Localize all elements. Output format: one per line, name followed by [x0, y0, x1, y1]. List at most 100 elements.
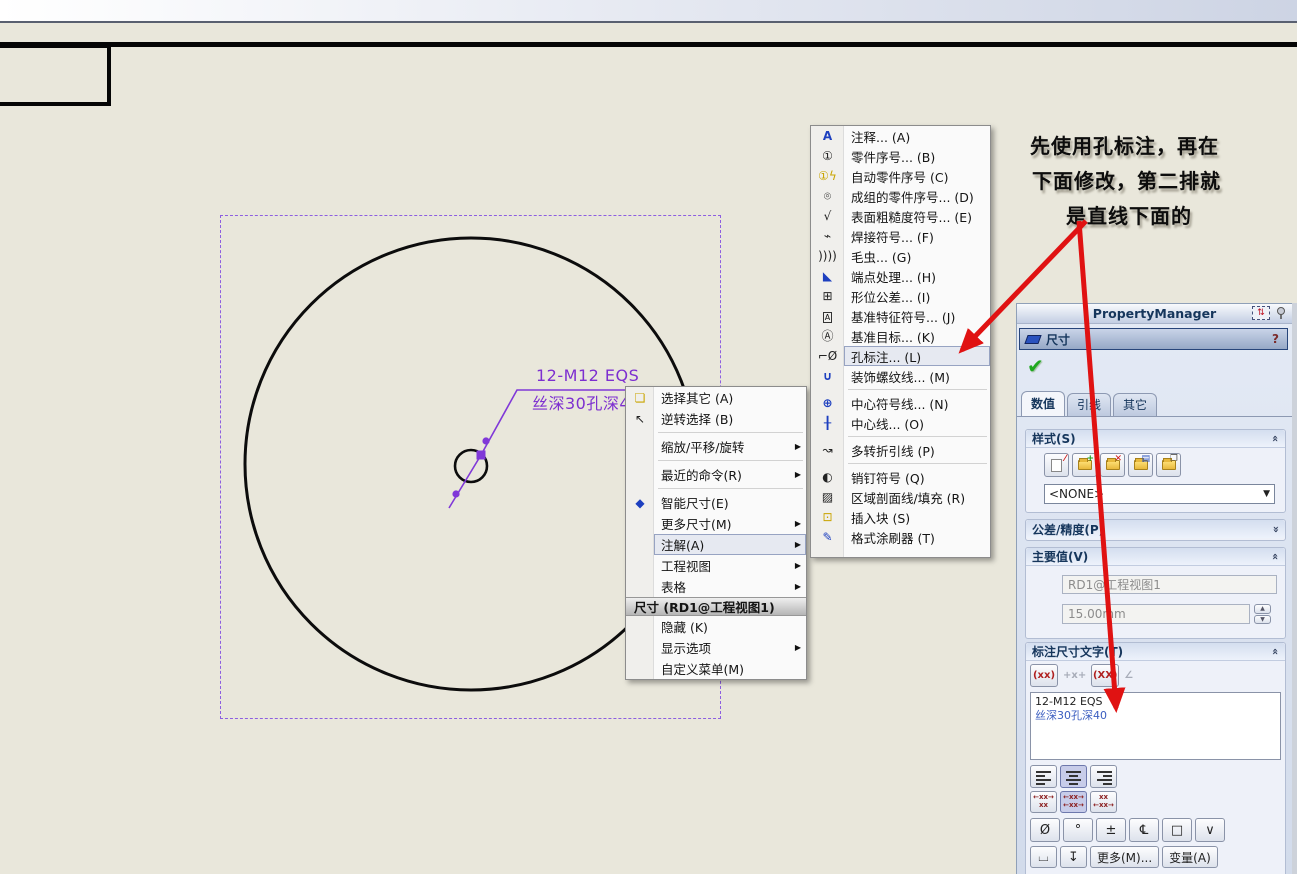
- annotations-submenu-item-multi-jog-leader[interactable]: ↝ 多转折引线 (P): [811, 440, 990, 460]
- annotations-submenu-item-stacked-balloon[interactable]: ⌾ 成组的零件序号... (D): [811, 186, 990, 206]
- annotations-submenu-item-label: 毛虫... (G): [851, 249, 912, 265]
- context-menu-item-dimension-header[interactable]: 尺寸 (RD1@工程视图1): [626, 597, 806, 616]
- dimension-text-section-header[interactable]: 标注尺寸文字(T) «: [1026, 643, 1285, 661]
- help-icon[interactable]: ?: [1272, 332, 1287, 346]
- add-style-button[interactable]: +: [1072, 453, 1097, 477]
- cursor-icon: ↖: [634, 411, 646, 426]
- dim-value-parentheses-icon[interactable]: (xx): [1030, 664, 1058, 687]
- load-style-button[interactable]: ❐: [1156, 453, 1181, 477]
- annotations-submenu-item-end-treatment[interactable]: ◣ 端点处理... (H): [811, 266, 990, 286]
- context-menu-item-tables[interactable]: 表格 ▶: [626, 576, 806, 597]
- pin-icon[interactable]: [1274, 306, 1288, 320]
- tab-leaders[interactable]: 引线: [1067, 393, 1112, 417]
- dimension-text-area[interactable]: 12-M12 EQS 丝深30孔深40: [1030, 692, 1281, 760]
- context-menu-item-zoom-pan-rotate[interactable]: 缩放/平移/旋转 ▶: [626, 436, 806, 457]
- align-left-button[interactable]: [1030, 765, 1057, 788]
- annotations-submenu-item-balloon[interactable]: ① 零件序号... (B): [811, 146, 990, 166]
- style-section-title: 样式(S): [1032, 432, 1076, 446]
- submenu-arrow-icon: ▶: [794, 643, 801, 652]
- centerline-symbol-button[interactable]: ℄: [1129, 818, 1159, 842]
- context-menu-item-display-options[interactable]: 显示选项 ▶: [626, 637, 806, 658]
- delete-style-button[interactable]: ✕: [1100, 453, 1125, 477]
- property-manager-title: PropertyManager: [1017, 304, 1292, 324]
- align-right-button[interactable]: [1090, 765, 1117, 788]
- menu-separator: [626, 457, 806, 464]
- context-menu-item-hide[interactable]: 隐藏 (K): [626, 616, 806, 637]
- dowel-pin-icon: ◐: [822, 470, 833, 484]
- annotations-submenu-item-format-painter[interactable]: ✎ 格式涂刷器 (T): [811, 527, 990, 547]
- auto-show-icon[interactable]: ⇅: [1252, 306, 1270, 320]
- annotations-submenu-item-caterpillar[interactable]: )))) 毛虫... (G): [811, 246, 990, 266]
- tolerance-section-header[interactable]: 公差/精度(P) «: [1026, 520, 1285, 538]
- context-menu-item-recent-commands[interactable]: 最近的命令(R) ▶: [626, 464, 806, 485]
- dimension-property-header: 尺寸 ?: [1019, 328, 1288, 350]
- diameter-symbol-button[interactable]: Ø: [1030, 818, 1060, 842]
- tab-value[interactable]: 数值: [1021, 391, 1066, 417]
- annotations-submenu-item-centerline[interactable]: ╂ 中心线... (O): [811, 413, 990, 433]
- annotations-submenu-item-label: 孔标注... (L): [851, 349, 922, 365]
- context-menu-item-drawing-views[interactable]: 工程视图 ▶: [626, 555, 806, 576]
- justify-center-button[interactable]: ←xx→ ←xx→: [1060, 791, 1087, 813]
- variable-button[interactable]: 变量(A): [1162, 846, 1218, 868]
- expand-chevron-icon[interactable]: «: [1269, 525, 1282, 532]
- context-menu-item-customize-menu[interactable]: 自定义菜单(M): [626, 658, 806, 679]
- annotations-submenu-item-area-hatch[interactable]: ▨ 区域剖面线/填充 (R): [811, 487, 990, 507]
- annotations-submenu-item-datum-target[interactable]: Ⓐ 基准目标... (K): [811, 326, 990, 346]
- context-menu: ❏ 选择其它 (A) ↖ 逆转选择 (B) 缩放/平移/旋转 ▶ 最近的命令(R) ▶ ◆ 智能尺…: [625, 386, 807, 680]
- annotations-submenu-item-note[interactable]: A 注释... (A): [811, 126, 990, 146]
- window-title-band: [0, 0, 1297, 23]
- context-menu-item-label: 逆转选择 (B): [661, 412, 734, 427]
- spinner-down-button[interactable]: ▼: [1254, 614, 1271, 624]
- annotations-submenu-item-surface-finish[interactable]: √ 表面粗糙度符号... (E): [811, 206, 990, 226]
- annotations-submenu-item-dowel-pin[interactable]: ◐ 销钉符号 (Q): [811, 467, 990, 487]
- collapse-chevron-icon[interactable]: «: [1269, 553, 1282, 560]
- context-menu-item-smart-dimension[interactable]: ◆ 智能尺寸(E): [626, 492, 806, 513]
- dimension-value-field[interactable]: 15.00mm: [1062, 604, 1250, 624]
- annotations-submenu-item-center-mark[interactable]: ⊕ 中心符号线... (N): [811, 393, 990, 413]
- context-menu-item-more-dimensions[interactable]: 更多尺寸(M) ▶: [626, 513, 806, 534]
- collapse-chevron-icon[interactable]: «: [1269, 648, 1282, 655]
- style-section: 样式(S) « ⁄ + ✕ ▤ ❐ <NONE> ▼: [1025, 429, 1286, 513]
- tolerance-section-title: 公差/精度(P): [1032, 522, 1105, 537]
- annotations-submenu-item-weld-symbol[interactable]: ⌁ 焊接符号... (F): [811, 226, 990, 246]
- annotations-submenu-item-geometric-tolerance[interactable]: ⊞ 形位公差... (I): [811, 286, 990, 306]
- plus-minus-symbol-button[interactable]: ±: [1096, 818, 1126, 842]
- annotations-submenu-item-hole-callout[interactable]: ⌐Ø 孔标注... (L): [811, 346, 990, 366]
- annotations-submenu-item-datum-feature[interactable]: A 基准特征符号... (J): [811, 306, 990, 326]
- dim-value-dual-icon[interactable]: (XX): [1091, 664, 1120, 687]
- more-symbols-button[interactable]: 更多(M)...: [1090, 846, 1160, 868]
- save-style-button[interactable]: ▤: [1128, 453, 1153, 477]
- context-menu-item-select-other[interactable]: ❏ 选择其它 (A): [626, 387, 806, 408]
- ok-check-icon[interactable]: ✔: [1027, 354, 1044, 378]
- annotations-submenu-item-insert-block[interactable]: ⊡ 插入块 (S): [811, 507, 990, 527]
- degree-symbol-button[interactable]: °: [1063, 818, 1093, 842]
- annotations-submenu-item-label: 零件序号... (B): [851, 149, 936, 165]
- justify-right-button[interactable]: xx ←xx→: [1090, 791, 1117, 813]
- annotations-submenu-item-cosmetic-thread[interactable]: ∪ 装饰螺纹线... (M): [811, 366, 990, 386]
- style-section-header[interactable]: 样式(S) «: [1026, 430, 1285, 448]
- hole-callout-text-line1[interactable]: 12-M12 EQS: [536, 366, 639, 385]
- depth-symbol-button[interactable]: ↧: [1060, 846, 1087, 868]
- annotations-submenu-item-label: 成组的零件序号... (D): [851, 189, 974, 205]
- context-menu-item-invert-selection[interactable]: ↖ 逆转选择 (B): [626, 408, 806, 429]
- tab-other[interactable]: 其它: [1113, 393, 1158, 417]
- insert-block-icon: ⊡: [822, 510, 833, 524]
- counterbore-symbol-button[interactable]: ⌴: [1030, 846, 1057, 868]
- more-symbols-dropdown-button[interactable]: ∨: [1195, 818, 1225, 842]
- context-menu-item-annotations[interactable]: 注解(A) ▶: [626, 534, 806, 555]
- style-dropdown[interactable]: <NONE> ▼: [1044, 484, 1275, 504]
- weld-symbol-icon: ⌁: [823, 229, 832, 243]
- submenu-arrow-icon: ▶: [794, 540, 801, 549]
- square-symbol-button[interactable]: □: [1162, 818, 1192, 842]
- collapse-chevron-icon[interactable]: «: [1269, 435, 1282, 442]
- annotations-submenu-item-auto-balloon[interactable]: ①ϟ 自动零件序号 (C): [811, 166, 990, 186]
- apply-default-style-button[interactable]: ⁄: [1044, 453, 1069, 477]
- auto-balloon-icon: ①ϟ: [818, 169, 837, 183]
- dimension-text-section-title: 标注尺寸文字(T): [1032, 645, 1124, 659]
- justify-left-button[interactable]: ←xx→ xx: [1030, 791, 1057, 813]
- primary-value-section-header[interactable]: 主要值(V) «: [1026, 548, 1285, 566]
- dimension-property-header-label: 尺寸: [1046, 332, 1071, 347]
- dimension-name-field[interactable]: RD1@工程视图1: [1062, 575, 1277, 594]
- align-center-button[interactable]: [1060, 765, 1087, 788]
- spinner-up-button[interactable]: ▲: [1254, 604, 1271, 614]
